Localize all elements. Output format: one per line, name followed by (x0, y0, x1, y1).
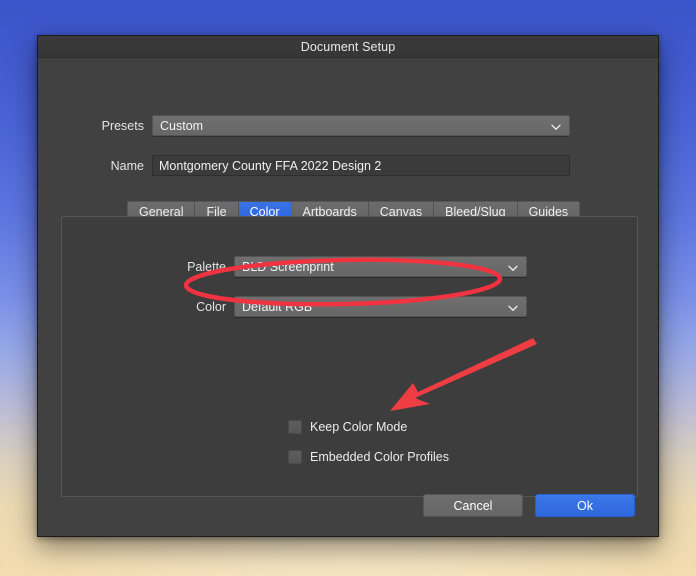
ok-button-label: Ok (577, 498, 593, 513)
presets-dropdown-value: Custom (160, 118, 204, 133)
color-dropdown[interactable]: Default RGB (234, 296, 527, 317)
dialog-footer-buttons: Cancel Ok (423, 494, 635, 517)
checkbox-box[interactable] (288, 420, 302, 434)
palette-dropdown[interactable]: BLD Screenprint (234, 256, 527, 277)
color-label: Color (196, 299, 226, 314)
document-setup-dialog: Document Setup Presets Custom Name Montg… (37, 35, 659, 537)
embedded-color-profiles-checkbox[interactable]: Embedded Color Profiles (288, 450, 449, 464)
ok-button[interactable]: Ok (535, 494, 635, 517)
color-tab-panel: Palette BLD Screenprint Color Default RG… (61, 216, 638, 497)
cancel-button-label: Cancel (453, 498, 493, 513)
presets-row: Presets Custom (61, 115, 581, 136)
embedded-color-profiles-label: Embedded Color Profiles (310, 450, 449, 464)
palette-label: Palette (187, 259, 226, 274)
dialog-body: Presets Custom Name Montgomery County FF… (38, 58, 658, 536)
color-dropdown-value: Default RGB (242, 299, 313, 314)
color-dropdown-row: Color Default RGB (169, 296, 609, 317)
presets-label: Presets (101, 118, 144, 133)
palette-dropdown-value: BLD Screenprint (242, 259, 334, 274)
presets-dropdown[interactable]: Custom (152, 115, 570, 136)
chevron-down-icon (507, 302, 518, 313)
chevron-down-icon (507, 262, 518, 273)
keep-color-mode-checkbox[interactable]: Keep Color Mode (288, 420, 407, 434)
chevron-down-icon (550, 121, 561, 132)
checkbox-box[interactable] (288, 450, 302, 464)
name-row: Name Montgomery County FFA 2022 Design 2 (61, 155, 581, 176)
name-input-value: Montgomery County FFA 2022 Design 2 (159, 158, 382, 173)
keep-color-mode-label: Keep Color Mode (310, 420, 408, 434)
name-label: Name (110, 158, 144, 173)
dialog-title: Document Setup (300, 39, 396, 54)
dialog-titlebar: Document Setup (38, 36, 658, 58)
name-input[interactable]: Montgomery County FFA 2022 Design 2 (152, 155, 570, 176)
cancel-button[interactable]: Cancel (423, 494, 523, 517)
palette-row: Palette BLD Screenprint (169, 256, 609, 277)
